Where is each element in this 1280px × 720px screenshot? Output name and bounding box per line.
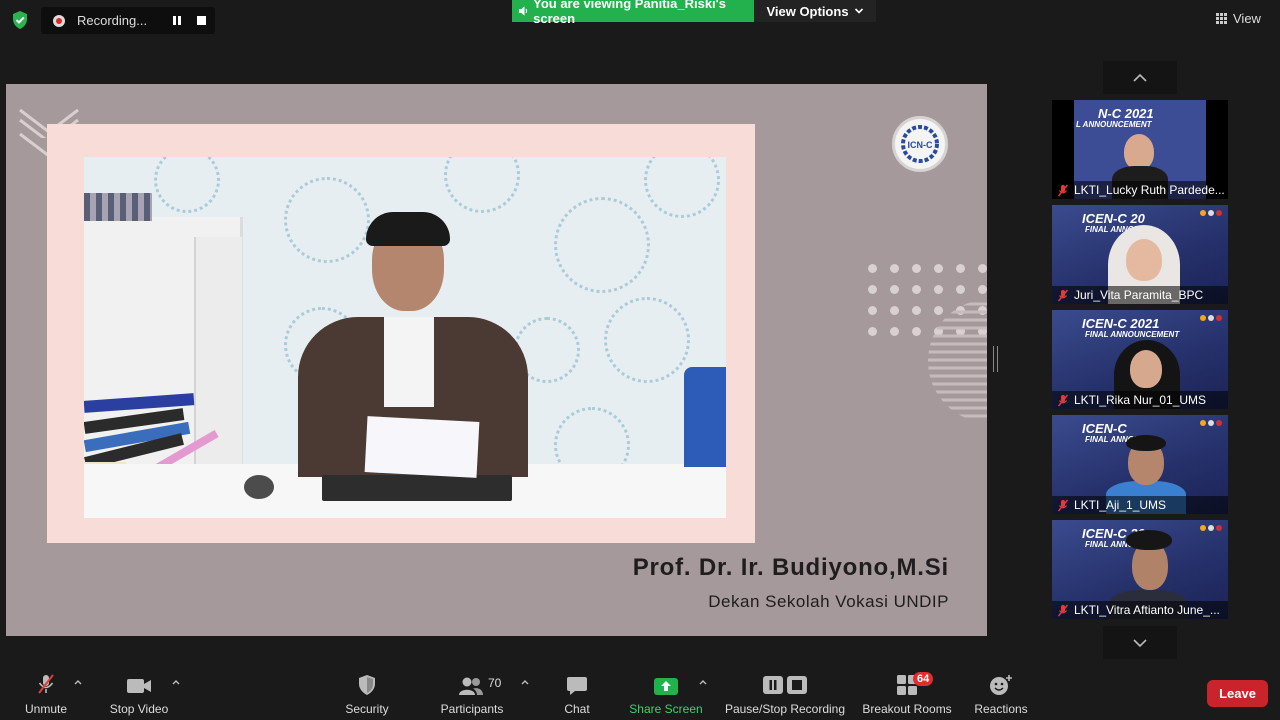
view-options-button[interactable]: View Options <box>754 0 876 22</box>
view-label: View <box>1233 10 1261 26</box>
svg-text:ICN-C: ICN-C <box>908 140 933 150</box>
shared-screen: ICN-C Prof. Dr. Ir. Budiyono,M.Si Dekan … <box>6 84 987 636</box>
video-camera-icon <box>127 679 151 693</box>
logo-icon: ICN-C <box>901 125 939 163</box>
stripe-circle-decoration <box>928 302 987 418</box>
audio-options-caret-icon[interactable] <box>73 678 83 686</box>
share-screen-button[interactable]: Share Screen <box>628 672 704 716</box>
panel-resize-handle[interactable] <box>993 346 998 372</box>
viewing-banner-text: You are viewing Panitia_Riski's screen <box>533 0 726 26</box>
participant-tile[interactable]: N-C 2021 L ANNOUNCEMENT LKTI_Lucky Ruth … <box>1052 100 1228 199</box>
smiley-plus-icon <box>990 675 1012 695</box>
speaker-title: Dekan Sekolah Vokasi UNDIP <box>708 592 949 611</box>
participant-face <box>1124 134 1154 170</box>
share-options-caret-icon[interactable] <box>698 678 708 686</box>
participant-name-label: LKTI_Vitra Aftianto June_... <box>1052 601 1228 619</box>
participant-tile[interactable]: ICEN-C FINAL ANNOU LKTI_Aji_1_UMS <box>1052 415 1228 514</box>
mic-muted-icon <box>1057 289 1069 301</box>
grid-view-icon <box>1216 12 1227 24</box>
chat-button[interactable]: Chat <box>560 672 594 716</box>
speaker-video <box>84 157 726 518</box>
breakout-rooms-badge: 64 <box>913 672 934 686</box>
video-frame <box>47 124 755 543</box>
participant-tile[interactable]: ICEN-C 2021 FINAL ANNOUNCEMENT LKTI_Rika… <box>1052 310 1228 409</box>
viewing-screen-banner: You are viewing Panitia_Riski's screen <box>512 0 754 26</box>
participants-options-caret-icon[interactable] <box>520 678 530 686</box>
participant-face <box>1126 239 1162 281</box>
mic-muted-icon <box>1057 394 1069 406</box>
chat-bubble-icon <box>567 677 587 695</box>
mic-muted-icon <box>38 674 54 694</box>
recording-label: Recording... <box>77 13 148 28</box>
participant-face <box>1130 350 1162 388</box>
stop-icon <box>196 16 206 25</box>
stop-recording-button[interactable] <box>191 11 211 31</box>
gallery-scroll-down-button[interactable] <box>1103 626 1177 659</box>
speaker-icon <box>518 6 528 16</box>
chevron-down-icon <box>1133 638 1147 647</box>
recording-dot-icon <box>53 14 65 27</box>
view-options-label: View Options <box>766 3 849 19</box>
pause-stop-recording-button[interactable]: Pause/Stop Recording <box>722 672 848 716</box>
share-screen-icon <box>654 678 678 695</box>
security-shield-icon[interactable] <box>10 10 30 30</box>
unmute-button[interactable]: Unmute <box>20 672 72 716</box>
participant-name-label: LKTI_Lucky Ruth Pardede... <box>1052 181 1228 199</box>
mic-muted-icon <box>1057 499 1069 511</box>
security-button[interactable]: Security <box>342 672 392 716</box>
participant-tile[interactable]: ICEN-C 20 FINAL ANNOU Juri_Vita Paramita… <box>1052 205 1228 304</box>
reactions-button[interactable]: Reactions <box>972 672 1030 716</box>
participant-name-label: LKTI_Rika Nur_01_UMS <box>1052 391 1228 409</box>
mic-muted-icon <box>1057 604 1069 616</box>
participants-count: 70 <box>488 676 502 690</box>
gallery-scroll-up-button[interactable] <box>1103 61 1177 94</box>
conference-logo: ICN-C <box>892 116 948 172</box>
view-button[interactable]: View <box>1216 8 1270 28</box>
chevron-down-icon <box>854 8 863 14</box>
speaker-name: Prof. Dr. Ir. Budiyono,M.Si <box>632 554 949 581</box>
leave-button[interactable]: Leave <box>1207 680 1268 707</box>
pause-icon <box>173 16 181 25</box>
participants-button[interactable]: 70 Participants <box>436 672 508 716</box>
video-options-caret-icon[interactable] <box>171 678 181 686</box>
mic-muted-icon <box>1057 184 1069 196</box>
pause-recording-button[interactable] <box>167 11 187 31</box>
shield-icon <box>359 675 375 695</box>
chevron-up-icon <box>1133 73 1147 82</box>
recording-indicator: Recording... <box>41 7 215 34</box>
participants-icon <box>459 677 483 695</box>
stop-video-button[interactable]: Stop Video <box>106 672 172 716</box>
breakout-rooms-button[interactable]: 64 Breakout Rooms <box>860 672 954 716</box>
pause-stop-recording-icon <box>763 676 807 694</box>
participant-tile[interactable]: ICEN-C 20 FINAL ANNOU LKTI_Vitra Aftiant… <box>1052 520 1228 619</box>
participant-name-label: LKTI_Aji_1_UMS <box>1052 496 1228 514</box>
participant-name-label: Juri_Vita Paramita_BPC <box>1052 286 1228 304</box>
